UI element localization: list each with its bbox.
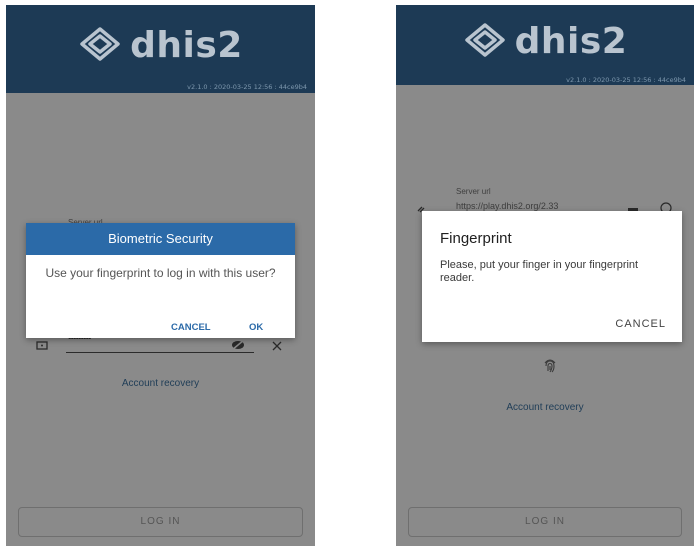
- logo-text: dhis2: [514, 21, 628, 62]
- biometric-dialog: Biometric Security Use your fingerprint …: [26, 223, 295, 338]
- dhis2-logo-icon: [463, 22, 507, 62]
- cancel-button[interactable]: CANCEL: [615, 318, 666, 330]
- version-text: v2.1.0 : 2020-03-25 12:56 : 44ce9b4: [566, 76, 686, 84]
- left-screen: dhis2 v2.1.0 : 2020-03-25 12:56 : 44ce9b…: [6, 5, 315, 546]
- cancel-button[interactable]: CANCEL: [171, 322, 211, 333]
- app-header: dhis2 v2.1.0 : 2020-03-25 12:56 : 44ce9b…: [6, 5, 315, 93]
- login-button[interactable]: LOG IN: [18, 507, 303, 537]
- dialog-title: Biometric Security: [26, 223, 295, 255]
- fingerprint-icon[interactable]: [543, 357, 557, 378]
- dialog-message: Use your fingerprint to log in with this…: [45, 266, 276, 280]
- dhis2-logo-icon: [78, 26, 122, 66]
- logo-text: dhis2: [130, 25, 243, 66]
- version-text: v2.1.0 : 2020-03-25 12:56 : 44ce9b4: [187, 83, 307, 91]
- lock-icon: [36, 337, 48, 355]
- dhis2-logo: dhis2: [6, 25, 315, 66]
- visibility-off-icon[interactable]: [230, 338, 246, 356]
- dhis2-logo: dhis2: [396, 21, 694, 62]
- dialog-title: Fingerprint: [440, 230, 512, 247]
- server-url-field[interactable]: https://play.dhis2.org/2.33: [456, 201, 558, 211]
- login-button[interactable]: LOG IN: [408, 507, 682, 537]
- fingerprint-dialog: Fingerprint Please, put your finger in y…: [422, 211, 682, 342]
- server-url-label: Server url: [456, 187, 491, 196]
- dialog-message: Please, put your finger in your fingerpr…: [440, 259, 639, 284]
- app-header: dhis2 v2.1.0 : 2020-03-25 12:56 : 44ce9b…: [396, 5, 694, 85]
- clear-icon[interactable]: [272, 338, 282, 356]
- account-recovery-link[interactable]: Account recovery: [6, 378, 315, 389]
- right-screen: dhis2 v2.1.0 : 2020-03-25 12:56 : 44ce9b…: [396, 5, 694, 546]
- password-underline: [66, 352, 254, 353]
- account-recovery-link[interactable]: Account recovery: [396, 402, 694, 413]
- ok-button[interactable]: OK: [249, 322, 263, 333]
